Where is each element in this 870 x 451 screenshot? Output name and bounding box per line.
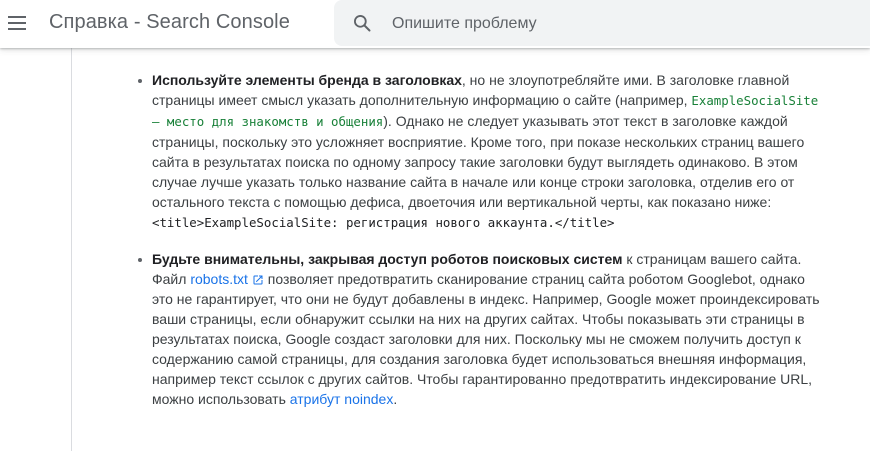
list-item: Используйте элементы бренда в заголовках…: [128, 70, 828, 233]
app-header: Справка - Search Console: [0, 0, 870, 48]
noindex-link[interactable]: атрибут noindex: [290, 391, 394, 407]
search-box[interactable]: [334, 0, 870, 46]
robots-txt-link[interactable]: robots.txt: [190, 271, 264, 287]
content-divider: [71, 48, 72, 451]
menu-icon[interactable]: [4, 8, 30, 38]
external-link-icon: [253, 275, 263, 285]
article-body: Используйте элементы бренда в заголовках…: [128, 70, 828, 425]
item-heading: Используйте элементы бренда в заголовках: [152, 72, 462, 88]
item-heading: Будьте внимательны, закрывая доступ робо…: [152, 251, 623, 267]
app-title[interactable]: Справка - Search Console: [49, 11, 290, 34]
item-text: позволяет предотвратить сканирование стр…: [152, 271, 820, 407]
code-example: <title>ExampleSocialSite: регистрация но…: [152, 215, 615, 230]
list-item: Будьте внимательны, закрывая доступ робо…: [128, 249, 828, 409]
search-input[interactable]: [390, 8, 870, 40]
tips-list: Используйте элементы бренда в заголовках…: [128, 70, 828, 409]
search-icon[interactable]: [352, 13, 372, 33]
